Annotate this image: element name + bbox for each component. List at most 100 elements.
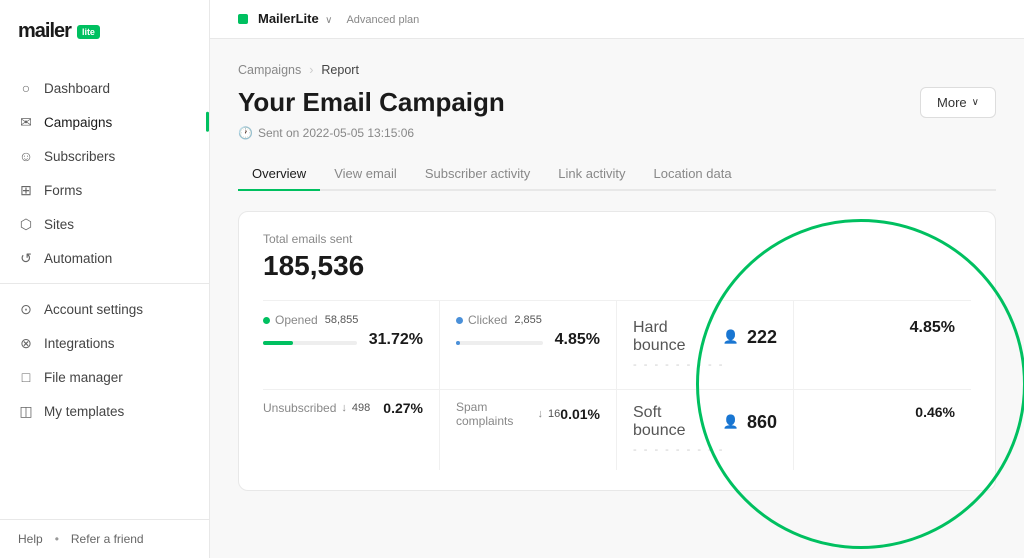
sidebar-item-subscribers[interactable]: ☺ Subscribers xyxy=(0,139,209,173)
sidebar-item-account-settings[interactable]: ⊙ Account settings xyxy=(0,292,209,326)
sidebar-item-label: My templates xyxy=(44,404,124,419)
breadcrumb-parent[interactable]: Campaigns xyxy=(238,63,301,77)
logo-text: mailer xyxy=(18,20,71,43)
sidebar-item-campaigns[interactable]: ✉ Campaigns xyxy=(0,105,209,139)
tab-location-data[interactable]: Location data xyxy=(640,158,746,191)
total-sent-value: 185,536 xyxy=(263,250,971,282)
sidebar-item-label: Dashboard xyxy=(44,81,110,96)
integrations-icon: ⊗ xyxy=(18,335,34,351)
opened-label: Opened xyxy=(275,313,318,327)
soft-bounce-pct-cell: 0.46% xyxy=(794,390,971,470)
stats-top-grid: Opened 58,855 31.72% xyxy=(263,300,971,389)
account-badge xyxy=(238,14,248,24)
person-icon-soft: 👤 xyxy=(723,414,739,430)
unsubscribed-label: Unsubscribed xyxy=(263,401,336,415)
opened-bar xyxy=(263,341,293,345)
account-settings-icon: ⊙ xyxy=(18,301,34,317)
breadcrumb-separator: › xyxy=(309,63,313,77)
unsubscribed-count-val: 498 xyxy=(352,402,370,414)
spam-label: Spam complaints xyxy=(456,400,533,428)
sidebar-bottom: Help • Refer a friend xyxy=(0,519,209,558)
hard-bounce-count: 222 xyxy=(747,327,777,348)
hard-bounce-dashes: - - - - - - - - - xyxy=(633,359,777,371)
unsubscribed-count: ↓ xyxy=(341,402,347,414)
soft-bounce-pct: 0.46% xyxy=(915,404,955,420)
sidebar-item-file-manager[interactable]: □ File manager xyxy=(0,360,209,394)
sidebar-item-label: Sites xyxy=(44,217,74,232)
unsubscribed-stat: Unsubscribed ↓ 498 0.27% xyxy=(263,390,440,470)
spam-pct: 0.01% xyxy=(560,406,600,422)
soft-bounce-stat: Soft bounce 👤 860 - - - - - - - - - xyxy=(617,390,794,470)
opened-dot xyxy=(263,317,270,324)
sidebar-item-my-templates[interactable]: ◫ My templates xyxy=(0,394,209,428)
tab-view-email[interactable]: View email xyxy=(320,158,411,191)
nav-items: ○ Dashboard ✉ Campaigns ☺ Subscribers ⊞ … xyxy=(0,63,209,519)
stats-bottom-grid: Unsubscribed ↓ 498 0.27% Spam complaints xyxy=(263,389,971,470)
unsubscribed-pct: 0.27% xyxy=(383,400,423,416)
help-dot: • xyxy=(55,532,59,546)
more-button[interactable]: More ∨ xyxy=(920,87,996,118)
main-content: MailerLite ∨ Advanced plan Campaigns › R… xyxy=(210,0,1024,558)
tab-overview[interactable]: Overview xyxy=(238,158,320,191)
top-bar: MailerLite ∨ Advanced plan xyxy=(210,0,1024,39)
hard-bounce-pct: 4.85% xyxy=(910,319,955,337)
logo-badge: lite xyxy=(77,25,100,39)
person-icon-hard: 👤 xyxy=(723,329,739,345)
forms-icon: ⊞ xyxy=(18,182,34,198)
nav-divider xyxy=(0,283,209,284)
tab-subscriber-activity[interactable]: Subscriber activity xyxy=(411,158,544,191)
stats-card: Total emails sent 185,536 Opened 58,855 xyxy=(238,211,996,491)
hard-bounce-stat: Hard bounce 👤 222 - - - - - - - - - xyxy=(617,301,794,389)
help-link[interactable]: Help xyxy=(18,532,43,546)
clicked-stat: Clicked 2,855 4.85% xyxy=(440,301,617,389)
hard-bounce-label: Hard bounce xyxy=(633,319,715,355)
sidebar-item-label: Forms xyxy=(44,183,82,198)
automation-icon: ↺ xyxy=(18,250,34,266)
sent-date: Sent on 2022-05-05 13:15:06 xyxy=(258,126,414,140)
breadcrumb-current: Report xyxy=(321,63,359,77)
opened-stat: Opened 58,855 31.72% xyxy=(263,301,440,389)
file-manager-icon: □ xyxy=(18,369,34,385)
sidebar-item-integrations[interactable]: ⊗ Integrations xyxy=(0,326,209,360)
tabs-bar: Overview View email Subscriber activity … xyxy=(238,158,996,191)
page-title: Your Email Campaign xyxy=(238,87,505,118)
dashboard-icon: ○ xyxy=(18,80,34,96)
more-chevron-icon: ∨ xyxy=(972,97,979,108)
opened-pct: 31.72% xyxy=(369,331,423,349)
sidebar-item-label: Automation xyxy=(44,251,112,266)
clicked-bar xyxy=(456,341,460,345)
hard-bounce-pct-cell: 4.85% xyxy=(794,301,971,389)
sidebar-item-label: Account settings xyxy=(44,302,143,317)
clicked-pct: 4.85% xyxy=(555,331,600,349)
breadcrumb: Campaigns › Report xyxy=(238,63,996,77)
refer-link[interactable]: Refer a friend xyxy=(71,532,144,546)
tab-link-activity[interactable]: Link activity xyxy=(544,158,639,191)
account-name: MailerLite xyxy=(258,11,319,26)
sidebar-item-forms[interactable]: ⊞ Forms xyxy=(0,173,209,207)
spam-count-arrow: ↓ xyxy=(538,408,544,420)
campaigns-icon: ✉ xyxy=(18,114,34,130)
clock-icon: 🕐 xyxy=(238,126,253,140)
total-sent-label: Total emails sent xyxy=(263,232,971,246)
soft-bounce-count: 860 xyxy=(747,412,777,433)
account-info: MailerLite ∨ xyxy=(258,10,332,28)
sidebar-item-sites[interactable]: ⬡ Sites xyxy=(0,207,209,241)
stats-card-wrapper: Total emails sent 185,536 Opened 58,855 xyxy=(238,211,996,491)
account-chevron-icon[interactable]: ∨ xyxy=(325,15,332,26)
clicked-label: Clicked xyxy=(468,313,507,327)
sidebar-item-label: File manager xyxy=(44,370,123,385)
logo-area: mailer lite xyxy=(0,0,209,63)
sites-icon: ⬡ xyxy=(18,216,34,232)
my-templates-icon: ◫ xyxy=(18,403,34,419)
clicked-count: 2,855 xyxy=(514,314,542,326)
sidebar: mailer lite ○ Dashboard ✉ Campaigns ☺ Su… xyxy=(0,0,210,558)
account-plan: Advanced plan xyxy=(346,10,419,28)
sidebar-item-label: Campaigns xyxy=(44,115,112,130)
sidebar-item-dashboard[interactable]: ○ Dashboard xyxy=(0,71,209,105)
soft-bounce-dashes: - - - - - - - - - xyxy=(633,444,777,456)
content-area: Campaigns › Report Your Email Campaign M… xyxy=(210,39,1024,558)
sidebar-item-automation[interactable]: ↺ Automation xyxy=(0,241,209,275)
spam-count-val: 16 xyxy=(548,408,560,420)
subscribers-icon: ☺ xyxy=(18,148,34,164)
opened-count: 58,855 xyxy=(325,314,359,326)
